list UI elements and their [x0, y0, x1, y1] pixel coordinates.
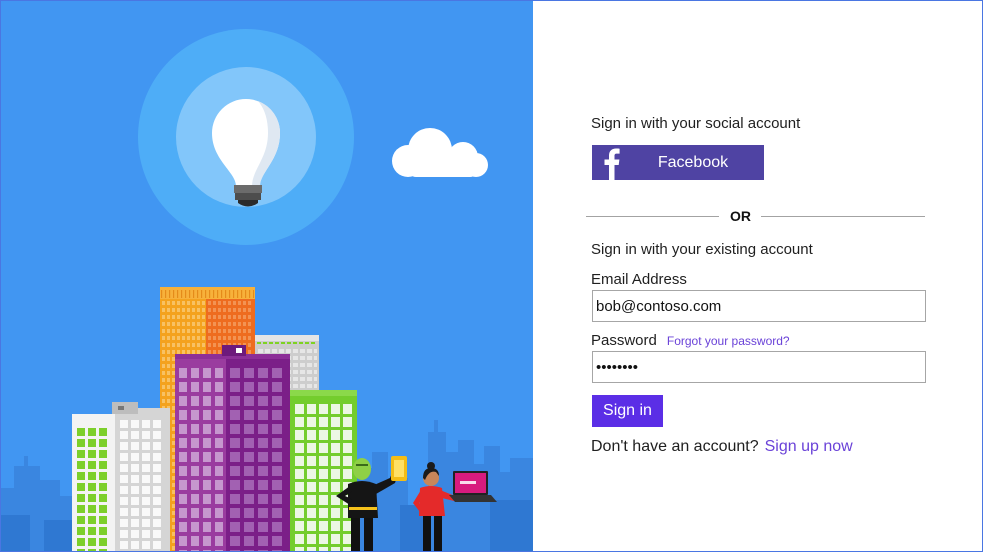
- email-input[interactable]: [592, 290, 926, 322]
- facebook-signin-button[interactable]: Facebook: [592, 145, 764, 180]
- sign-up-link[interactable]: Sign up now: [765, 438, 853, 455]
- sign-in-button[interactable]: Sign in: [592, 395, 663, 427]
- social-signin-heading: Sign in with your social account: [591, 115, 801, 132]
- signup-prompt: Don't have an account?: [591, 438, 759, 455]
- password-input[interactable]: [592, 351, 926, 383]
- signin-page: Sign in with your social account Faceboo…: [0, 0, 983, 552]
- divider-line-left: [586, 216, 719, 217]
- divider-line-right: [761, 216, 925, 217]
- hero-illustration: [1, 1, 533, 551]
- forgot-password-link[interactable]: Forgot your password?: [667, 334, 790, 348]
- password-label: Password: [591, 332, 657, 349]
- email-label: Email Address: [591, 271, 687, 288]
- signup-row: Don't have an account? Sign up now: [591, 437, 853, 457]
- light-bulb-illustration: [138, 29, 354, 245]
- password-label-row: Password Forgot your password?: [591, 332, 790, 350]
- facebook-button-label: Facebook: [657, 154, 729, 171]
- local-signin-heading: Sign in with your existing account: [591, 241, 813, 258]
- or-divider-label: OR: [730, 208, 751, 224]
- facebook-f-icon: [604, 148, 620, 180]
